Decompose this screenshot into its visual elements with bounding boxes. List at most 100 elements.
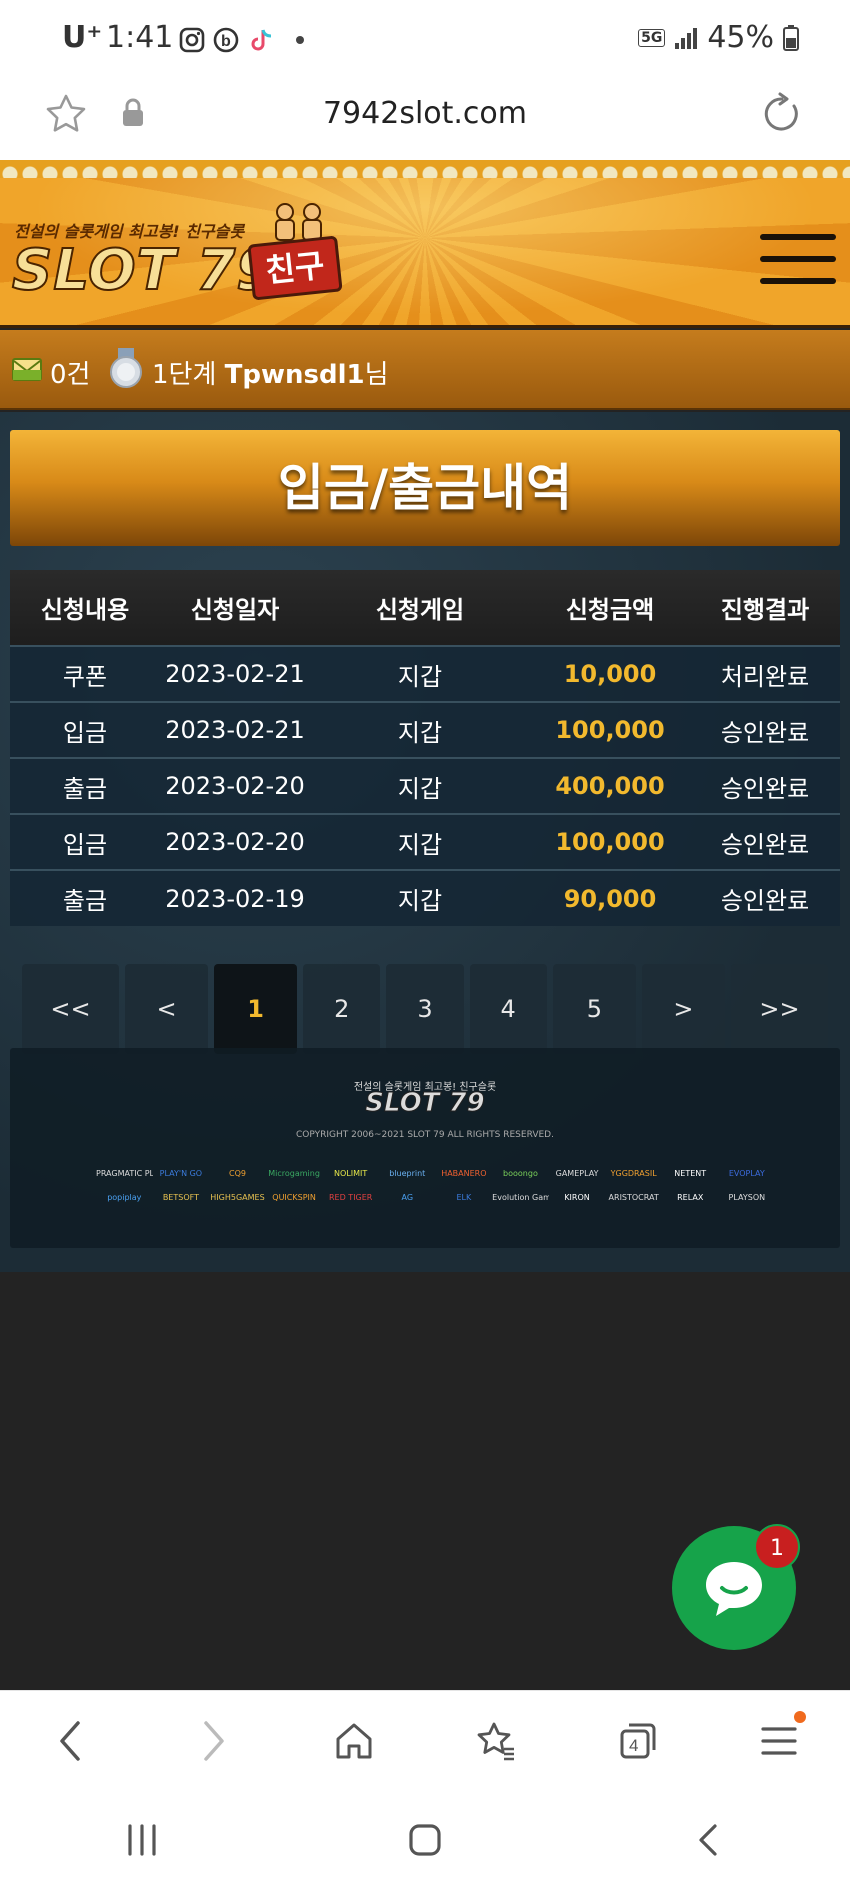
username: Tpwnsdl1	[224, 360, 365, 390]
next-page-button[interactable]: >	[641, 964, 726, 1054]
page-button-4[interactable]: 4	[469, 964, 547, 1054]
cell-date: 2023-02-20	[160, 813, 310, 870]
back-icon	[699, 1823, 717, 1856]
provider-logo: ARISTOCRAT	[608, 1193, 659, 1202]
signal-icon	[675, 27, 698, 49]
recent-apps-button[interactable]	[0, 1790, 283, 1889]
cell-date: 2023-02-20	[160, 757, 310, 814]
provider-logo: PLAYSON	[728, 1193, 766, 1202]
system-home-button[interactable]	[283, 1790, 566, 1889]
status-bar: U⁺ 1:41 b 5G 45%	[0, 0, 850, 76]
back-button[interactable]	[0, 1691, 142, 1790]
message-count[interactable]: 0건	[50, 354, 90, 391]
menu-icon	[761, 1726, 797, 1755]
provider-logo: HIGH5GAMES	[210, 1193, 265, 1202]
cell-date: 2023-02-21	[160, 645, 310, 702]
cell-amount: 400,000	[530, 757, 690, 814]
provider-logo: HABANERO	[441, 1169, 487, 1178]
cell-amount: 100,000	[530, 813, 690, 870]
cell-result: 승인완료	[690, 813, 840, 870]
recent-apps-icon	[128, 1823, 156, 1856]
table-row: 입금 2023-02-20 지갑 100,000 승인완료	[10, 813, 840, 870]
mail-icon[interactable]	[12, 356, 42, 382]
site-logo[interactable]: SLOT 79	[11, 237, 276, 304]
tabs-button[interactable]: 4	[567, 1691, 709, 1790]
cell-type: 쿠폰	[10, 645, 160, 702]
column-header: 신청내용	[10, 570, 160, 646]
cell-type: 출금	[10, 757, 160, 814]
copyright-text: COPYRIGHT 2006~2021 SLOT 79 ALL RIGHTS R…	[296, 1130, 554, 1140]
status-right: 5G 45%	[638, 20, 800, 55]
prev-page-button[interactable]: <	[124, 964, 209, 1054]
menu-button[interactable]	[760, 234, 836, 290]
user-bar: 0건 1단계 Tpwnsdl1님	[0, 330, 850, 410]
column-header: 신청게임	[310, 570, 530, 646]
provider-logo: NOLIMIT	[334, 1169, 368, 1178]
browser-menu-button[interactable]	[708, 1691, 850, 1790]
first-page-button[interactable]: <<	[22, 964, 119, 1054]
page-button-2[interactable]: 2	[303, 964, 381, 1054]
forward-button[interactable]	[142, 1691, 284, 1790]
network-type: 5G	[638, 28, 666, 47]
footer-logo: SLOT 79	[365, 1088, 485, 1119]
cell-type: 출금	[10, 869, 160, 926]
user-level: 1단계	[152, 360, 217, 390]
bookmarks-button[interactable]	[425, 1691, 567, 1790]
table-row: 입금 2023-02-21 지갑 100,000 승인완료	[10, 701, 840, 758]
dot-icon	[296, 36, 304, 44]
menu-notification-dot	[794, 1711, 807, 1723]
provider-logo: GAMEPLAY	[555, 1169, 599, 1178]
provider-logo: popiplay	[107, 1193, 142, 1202]
b-app-icon: b	[213, 27, 239, 53]
provider-logo: EVOPLAY	[728, 1169, 765, 1178]
tiktok-icon	[251, 29, 272, 51]
table-row: 출금 2023-02-20 지갑 400,000 승인완료	[10, 757, 840, 814]
provider-logo: PRAGMATIC PLAY	[96, 1169, 153, 1178]
provider-logo: QUICKSPIN	[272, 1193, 316, 1202]
home-icon	[336, 1723, 372, 1758]
cell-amount: 10,000	[530, 645, 690, 702]
last-page-button[interactable]: >>	[731, 964, 828, 1054]
cell-date: 2023-02-21	[160, 701, 310, 758]
page-button-1[interactable]: 1	[214, 964, 298, 1054]
cell-game: 지갑	[310, 757, 530, 814]
system-back-button[interactable]	[567, 1790, 850, 1889]
cell-game: 지갑	[310, 701, 530, 758]
provider-logo: blueprint	[389, 1169, 426, 1178]
tabs-icon: 4	[620, 1723, 656, 1758]
provider-logo: PLAY'N GO	[159, 1169, 203, 1178]
logo-badge: 친구	[247, 235, 343, 301]
cell-amount: 90,000	[530, 869, 690, 926]
battery-icon	[783, 24, 799, 51]
page-title: 입금/출금내역	[10, 430, 840, 546]
cell-game: 지갑	[310, 813, 530, 870]
url-field[interactable]: 7942slot.com	[0, 96, 850, 131]
provider-logos: PRAGMATIC PLAY PLAY'N GO CQ9 Microgaming…	[96, 1162, 776, 1210]
reload-icon[interactable]	[760, 92, 804, 136]
provider-logo: RELAX	[677, 1193, 704, 1202]
clock: 1:41	[106, 20, 174, 55]
provider-logo: KIRON	[564, 1193, 590, 1202]
cell-result: 승인완료	[690, 757, 840, 814]
page-button-3[interactable]: 3	[386, 964, 464, 1054]
header-scallop-border	[0, 160, 850, 180]
address-bar: 7942slot.com	[0, 76, 850, 166]
svg-text:b: b	[221, 33, 231, 50]
main-content: 입금/출금내역 신청내용 신청일자 신청게임 신청금액 진행결과 쿠폰 2023…	[0, 412, 850, 1272]
chat-bubble-icon	[706, 1562, 762, 1616]
cell-result: 승인완료	[690, 701, 840, 758]
pagination: << < 1 2 3 4 5 > >>	[22, 964, 828, 1054]
home-button[interactable]	[283, 1691, 425, 1790]
system-navigation-bar	[0, 1790, 850, 1889]
instagram-icon	[179, 27, 205, 53]
cell-result: 처리완료	[690, 645, 840, 702]
site-footer: 전설의 슬롯게임 최고봉! 친구슬롯 SLOT 79 COPYRIGHT 200…	[10, 1048, 840, 1248]
chat-notification-badge: 1	[754, 1524, 800, 1570]
cell-date: 2023-02-19	[160, 869, 310, 926]
page-button-5[interactable]: 5	[552, 964, 636, 1054]
provider-logo: Microgaming	[268, 1169, 320, 1178]
username-suffix: 님	[364, 360, 389, 390]
site-header: 전설의 슬롯게임 최고봉! 친구슬롯 SLOT 79 친구	[0, 178, 850, 328]
chat-button[interactable]: 1	[672, 1524, 800, 1650]
cell-type: 입금	[10, 701, 160, 758]
